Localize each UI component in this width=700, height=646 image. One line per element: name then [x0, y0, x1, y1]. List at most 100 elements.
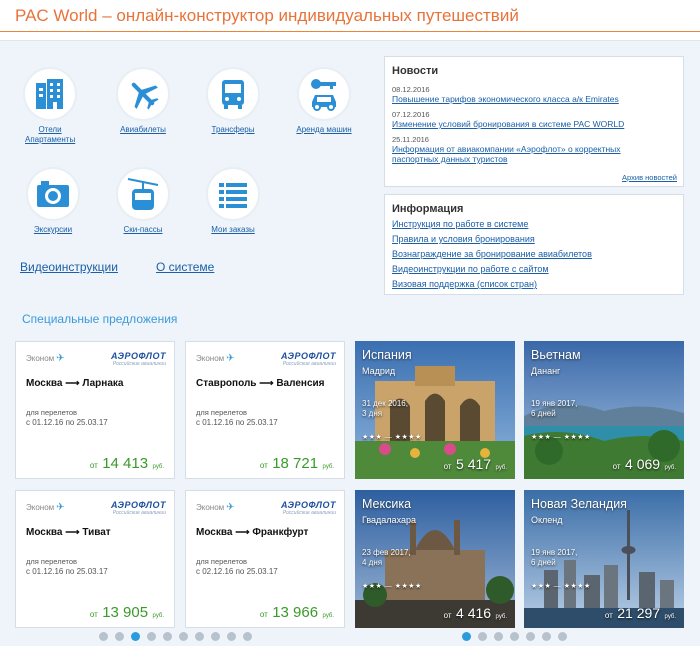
validity-dates: с 02.12.16 по 25.03.17 — [196, 567, 278, 576]
carousel-dot[interactable] — [510, 632, 519, 641]
tour-price: от 5 417 руб. — [444, 456, 507, 474]
tour-country: Вьетнам — [531, 348, 581, 362]
news-title: Новости — [392, 65, 439, 77]
camera-icon — [28, 169, 78, 219]
carousel-dot[interactable] — [558, 632, 567, 641]
tile-excursions-label[interactable]: Экскурсии — [13, 225, 93, 235]
carousel-dot[interactable] — [542, 632, 551, 641]
ski-lift-icon — [118, 169, 168, 219]
fare-class-label: Эконом — [26, 354, 55, 363]
carousel-dot[interactable] — [494, 632, 503, 641]
price-value: 13 966 — [272, 604, 319, 621]
news-item: 07.12.2016 Изменение условий бронировани… — [392, 110, 676, 129]
tour-duration: 4 дня — [362, 558, 383, 567]
video-instructions-link[interactable]: Видеоинструкции — [20, 260, 118, 274]
tile-ski-passes[interactable]: Ски-пассы — [103, 169, 183, 235]
flight-route: Москва ⟶ Франкфурт — [196, 527, 309, 538]
tile-transfers-label[interactable]: Трансферы — [193, 125, 273, 135]
carousel-dot[interactable] — [211, 632, 220, 641]
tour-offer-card[interactable]: Испания Мадрид 31 дек 2016, 3 дня ★★★ — ★… — [355, 341, 515, 479]
price-value: 4 416 — [456, 605, 492, 621]
news-archive-link[interactable]: Архив новостей — [622, 173, 677, 182]
price-from: от — [604, 611, 613, 620]
flight-route: Москва ⟶ Ларнака — [26, 378, 124, 389]
info-link[interactable]: Визовая поддержка (список стран) — [392, 279, 676, 290]
carousel-dot[interactable] — [179, 632, 188, 641]
tile-car-rental[interactable]: Аренда машин — [284, 69, 364, 135]
airline-subtitle: Российские авиалинии — [112, 510, 166, 516]
tour-offer-card[interactable]: Новая Зеландия Окленд 19 янв 2017, 6 дней… — [524, 490, 684, 628]
info-link[interactable]: Правила и условия бронирования — [392, 234, 676, 245]
flight-offer-card[interactable]: Эконом ✈ АЭРОФЛОТ Российские авиалинии Мо… — [15, 341, 175, 479]
tile-my-orders[interactable]: Мои заказы — [193, 169, 273, 235]
flight-price: от 14 413 руб. — [90, 455, 164, 473]
flight-price: от 18 721 руб. — [260, 455, 334, 473]
price-from: от — [89, 461, 98, 470]
hotel-stars: ★★★ — ★★★★ — [531, 583, 591, 590]
hotel-stars: ★★★ — ★★★★ — [531, 434, 591, 441]
list-icon — [208, 169, 258, 219]
carousel-dot[interactable] — [195, 632, 204, 641]
tour-offer-card[interactable]: Мексика Гвадалахара 23 фев 2017, 4 дня ★★… — [355, 490, 515, 628]
news-link[interactable]: Изменение условий бронирования в системе… — [392, 119, 676, 129]
carousel-dot[interactable] — [147, 632, 156, 641]
aeroflot-logo: АЭРОФЛОТ Российские авиалинии — [111, 500, 166, 516]
tile-flights[interactable]: Авиабилеты — [103, 69, 183, 135]
price-currency: руб. — [322, 464, 334, 470]
news-date: 25.11.2016 — [392, 135, 429, 144]
fare-class-label: Эконом — [196, 503, 225, 512]
info-title: Информация — [392, 203, 464, 215]
carousel-dot[interactable] — [131, 632, 140, 641]
carousel-dot[interactable] — [243, 632, 252, 641]
tile-hotels[interactable]: Отели Апартаменты — [10, 69, 90, 145]
tour-duration: 6 дней — [531, 409, 556, 418]
tile-my-orders-label[interactable]: Мои заказы — [193, 225, 273, 235]
tour-date-value: 19 янв 2017, — [531, 548, 578, 557]
flight-offer-card[interactable]: Эконом ✈ АЭРОФЛОТ Российские авиалинии Мо… — [15, 490, 175, 628]
tile-hotels-label[interactable]: Отели Апартаменты — [25, 125, 75, 145]
info-link[interactable]: Вознаграждение за бронирование авиабилет… — [392, 249, 676, 260]
fare-class: Эконом ✈ — [196, 353, 235, 364]
bus-icon — [208, 69, 258, 119]
carousel-dot[interactable] — [478, 632, 487, 641]
price-currency: руб. — [495, 465, 507, 471]
carousel-dot[interactable] — [462, 632, 471, 641]
tour-price: от 4 416 руб. — [444, 605, 507, 623]
carousel-dot[interactable] — [115, 632, 124, 641]
tour-city: Дананг — [531, 366, 561, 376]
info-link[interactable]: Инструкция по работе в системе — [392, 219, 676, 230]
news-link[interactable]: Повышение тарифов экономического класса … — [392, 94, 676, 104]
tour-offer-card[interactable]: Вьетнам Дананг 19 янв 2017, 6 дней ★★★ — … — [524, 341, 684, 479]
price-currency: руб. — [664, 465, 676, 471]
airline-name: АЭРОФЛОТ — [280, 351, 336, 361]
tile-transfers[interactable]: Трансферы — [193, 69, 273, 135]
tile-car-rental-label[interactable]: Аренда машин — [284, 125, 364, 135]
plane-icon: ✈ — [56, 353, 65, 364]
airplane-icon — [118, 69, 168, 119]
news-item: 08.12.2016 Повышение тарифов экономическ… — [392, 85, 676, 104]
tour-city: Мадрид — [362, 366, 396, 376]
carousel-dot[interactable] — [163, 632, 172, 641]
tile-excursions[interactable]: Экскурсии — [13, 169, 93, 235]
flight-offer-card[interactable]: Эконом ✈ АЭРОФЛОТ Российские авиалинии Ст… — [185, 341, 345, 479]
airline-subtitle: Российские авиалинии — [282, 361, 336, 367]
carousel-dot[interactable] — [99, 632, 108, 641]
flight-offer-card[interactable]: Эконом ✈ АЭРОФЛОТ Российские авиалинии Мо… — [185, 490, 345, 628]
hotel-icon — [25, 69, 75, 119]
tour-country: Новая Зеландия — [531, 497, 627, 511]
airline-name: АЭРОФЛОТ — [280, 500, 336, 510]
tour-date-value: 19 янв 2017, — [531, 399, 578, 408]
validity-label: для перелетов — [196, 557, 248, 566]
price-currency: руб. — [495, 614, 507, 620]
info-link[interactable]: Видеоинструкции по работе с сайтом — [392, 264, 676, 275]
car-key-icon — [299, 69, 349, 119]
tile-ski-passes-label[interactable]: Ски-пассы — [103, 225, 183, 235]
airline-name: АЭРОФЛОТ — [110, 351, 166, 361]
carousel-dot[interactable] — [526, 632, 535, 641]
tile-flights-label[interactable]: Авиабилеты — [103, 125, 183, 135]
carousel-dot[interactable] — [227, 632, 236, 641]
hotel-stars: ★★★ — ★★★★ — [362, 583, 422, 590]
about-system-link[interactable]: О системе — [156, 260, 214, 274]
flights-carousel-dots — [99, 632, 252, 641]
news-link[interactable]: Информация от авиакомпании «Аэрофлот» о … — [392, 144, 652, 164]
